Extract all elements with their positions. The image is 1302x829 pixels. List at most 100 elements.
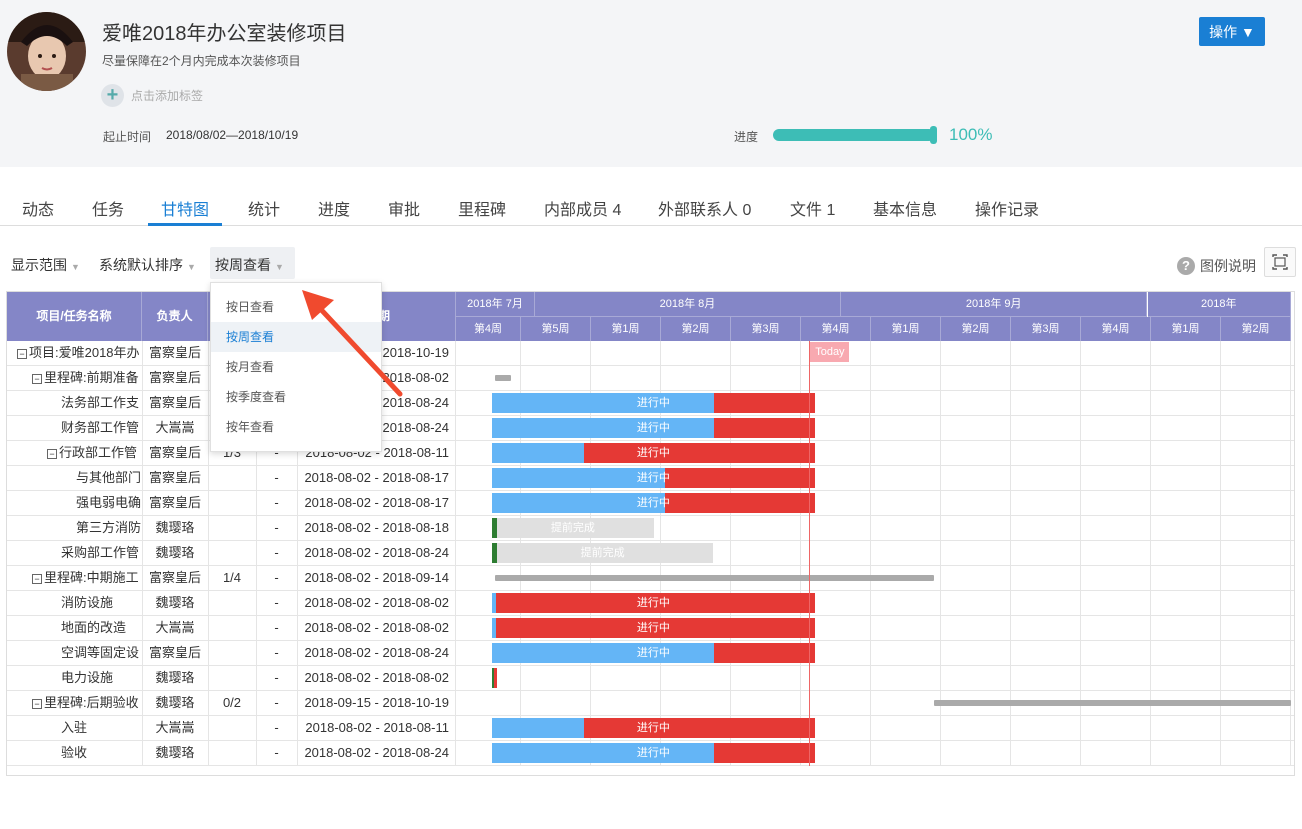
- gantt-week-header: 第1周: [871, 317, 941, 341]
- collapse-toggle-icon[interactable]: −: [47, 449, 57, 459]
- task-name[interactable]: − 里程碑:后期验收: [32, 691, 142, 716]
- collapse-toggle-icon[interactable]: −: [32, 699, 42, 709]
- task-owner: 富察皇后: [148, 370, 201, 385]
- task-name[interactable]: 财务部工作管: [61, 416, 142, 441]
- task-bar-label: 进行中: [636, 597, 670, 609]
- question-icon: ?: [1177, 257, 1195, 275]
- tab-approval[interactable]: 审批: [388, 196, 420, 220]
- task-name-text: 验收: [61, 745, 88, 760]
- tab-tasks[interactable]: 任务: [92, 196, 124, 220]
- legend-button[interactable]: ? 图例说明: [1177, 256, 1256, 276]
- view-mode-select[interactable]: 按周查看 ▼: [215, 255, 284, 275]
- task-name-text: 采购部工作管: [61, 545, 140, 560]
- task-owner: 富察皇后: [148, 445, 201, 460]
- milestone-bar[interactable]: [934, 700, 1291, 706]
- tab-gantt[interactable]: 甘特图: [161, 196, 209, 220]
- task-owner: 富察皇后: [148, 395, 201, 410]
- tab-stats[interactable]: 统计: [248, 196, 280, 220]
- view-option-quarter[interactable]: 按季度查看: [211, 382, 381, 412]
- gantt-row-divider: [456, 565, 1294, 566]
- task-dates: 2018-08-02 - 2018-08-11: [305, 720, 449, 735]
- tab-files[interactable]: 文件 1: [790, 196, 835, 220]
- table-row[interactable]: 电力设施 魏璎珞 - 2018-08-02 - 2018-08-02: [7, 666, 456, 691]
- table-row[interactable]: 与其他部门 富察皇后 - 2018-08-02 - 2018-08-17: [7, 466, 456, 491]
- task-bar-label: 进行中: [636, 722, 670, 734]
- task-name[interactable]: 地面的改造: [61, 616, 142, 641]
- task-bar-label: 进行中: [636, 422, 670, 434]
- collapse-toggle-icon[interactable]: −: [32, 574, 42, 584]
- task-bar-label: 进行中: [636, 447, 670, 459]
- table-row[interactable]: 地面的改造 大嵩嵩 - 2018-08-02 - 2018-08-02: [7, 616, 456, 641]
- task-dash: -: [274, 720, 279, 735]
- add-tag-button[interactable]: + 点击添加标签: [101, 83, 203, 107]
- table-row[interactable]: 采购部工作管 魏璎珞 - 2018-08-02 - 2018-08-24: [7, 541, 456, 566]
- task-name[interactable]: − 里程碑:前期准备: [32, 366, 142, 391]
- task-name-text: 地面的改造: [61, 620, 127, 635]
- task-name[interactable]: − 里程碑:中期施工: [32, 566, 142, 591]
- milestone-bar[interactable]: [495, 575, 934, 581]
- tab-progress[interactable]: 进度: [318, 196, 350, 220]
- table-row[interactable]: 空调等固定设 富察皇后 - 2018-08-02 - 2018-08-24: [7, 641, 456, 666]
- task-name[interactable]: 与其他部门: [76, 466, 142, 491]
- task-name[interactable]: 第三方消防: [76, 516, 142, 541]
- view-option-month[interactable]: 按月查看: [211, 352, 381, 382]
- tab-external-contacts[interactable]: 外部联系人 0: [658, 196, 751, 220]
- task-count: [208, 741, 256, 766]
- table-row[interactable]: 入驻 大嵩嵩 - 2018-08-02 - 2018-08-11: [7, 716, 456, 741]
- tab-operation-log[interactable]: 操作记录: [975, 196, 1039, 220]
- task-name[interactable]: − 项目:爱唯2018年办: [17, 341, 142, 366]
- table-row[interactable]: − 里程碑:后期验收 魏璎珞 0/2-2018-09-15 - 2018-10-19: [7, 691, 456, 716]
- task-name-text: 入驻: [61, 720, 88, 735]
- sort-select[interactable]: 系统默认排序 ▼: [99, 255, 196, 275]
- view-option-day[interactable]: 按日查看: [211, 292, 381, 322]
- task-name[interactable]: 法务部工作支: [61, 391, 142, 416]
- table-row[interactable]: 验收 魏璎珞 - 2018-08-02 - 2018-08-24: [7, 741, 456, 766]
- tab-milestones[interactable]: 里程碑: [458, 196, 506, 220]
- gantt-month-header: 2018年 7月: [456, 292, 535, 317]
- sort-label: 系统默认排序: [99, 257, 183, 273]
- fullscreen-button[interactable]: [1264, 247, 1296, 277]
- task-count: 1/4: [222, 570, 242, 585]
- task-bar[interactable]: [491, 668, 497, 688]
- header-owner[interactable]: 负责人: [142, 292, 208, 341]
- task-name[interactable]: 电力设施: [61, 666, 142, 691]
- task-name[interactable]: 入驻: [61, 716, 142, 741]
- gantt-row-divider: [456, 390, 1294, 391]
- tab-basic-info[interactable]: 基本信息: [873, 196, 937, 220]
- gantt-row-divider: [456, 590, 1294, 591]
- task-name[interactable]: 采购部工作管: [61, 541, 142, 566]
- task-dates: 2018-08-02 - 2018-08-24: [304, 645, 449, 660]
- gantt-row-divider: [456, 490, 1294, 491]
- task-name-text: 强电弱电确: [76, 495, 142, 510]
- view-option-year[interactable]: 按年查看: [211, 412, 381, 442]
- task-name[interactable]: 强电弱电确: [76, 491, 142, 516]
- view-mode-label: 按周查看: [215, 257, 271, 273]
- caret-down-icon: ▼: [187, 262, 196, 272]
- tab-activity[interactable]: 动态: [22, 196, 54, 220]
- gantt-week-header: 第3周: [731, 317, 801, 341]
- milestone-bar[interactable]: [495, 375, 512, 381]
- actions-button[interactable]: 操作 ▼: [1199, 17, 1265, 46]
- table-row[interactable]: 消防设施 魏璎珞 - 2018-08-02 - 2018-08-02: [7, 591, 456, 616]
- task-name[interactable]: 空调等固定设: [61, 641, 142, 666]
- table-row[interactable]: 第三方消防 魏璎珞 - 2018-08-02 - 2018-08-18: [7, 516, 456, 541]
- table-row[interactable]: 强电弱电确 富察皇后 - 2018-08-02 - 2018-08-17: [7, 491, 456, 516]
- task-dates: 2018-08-02 - 2018-08-24: [304, 745, 449, 760]
- display-range-select[interactable]: 显示范围 ▼: [11, 255, 80, 275]
- view-option-week[interactable]: 按周查看: [211, 322, 381, 352]
- header-task-name[interactable]: 项目/任务名称: [7, 292, 142, 341]
- collapse-toggle-icon[interactable]: −: [17, 349, 27, 359]
- tab-internal-members[interactable]: 内部成员 4: [544, 196, 621, 220]
- task-bar-label: 进行中: [636, 622, 670, 634]
- task-name[interactable]: 验收: [61, 741, 142, 766]
- gantt-row-divider: [456, 690, 1294, 691]
- collapse-toggle-icon[interactable]: −: [32, 374, 42, 384]
- task-name[interactable]: − 行政部工作管: [47, 441, 142, 466]
- progress-knob[interactable]: [930, 126, 937, 144]
- project-avatar[interactable]: [7, 12, 86, 91]
- task-name[interactable]: 消防设施: [61, 591, 142, 616]
- task-dates: 2018-08-02 - 2018-08-17: [304, 495, 449, 510]
- gantt-container: 项目/任务名称 负责人 期 − 项目:爱唯2018年办 富察皇后 2018-10-19…: [6, 291, 1295, 776]
- task-dash: -: [274, 620, 279, 635]
- table-row[interactable]: − 里程碑:中期施工 富察皇后 1/4 - 2018-08-02 - 2018-09-14: [7, 566, 456, 591]
